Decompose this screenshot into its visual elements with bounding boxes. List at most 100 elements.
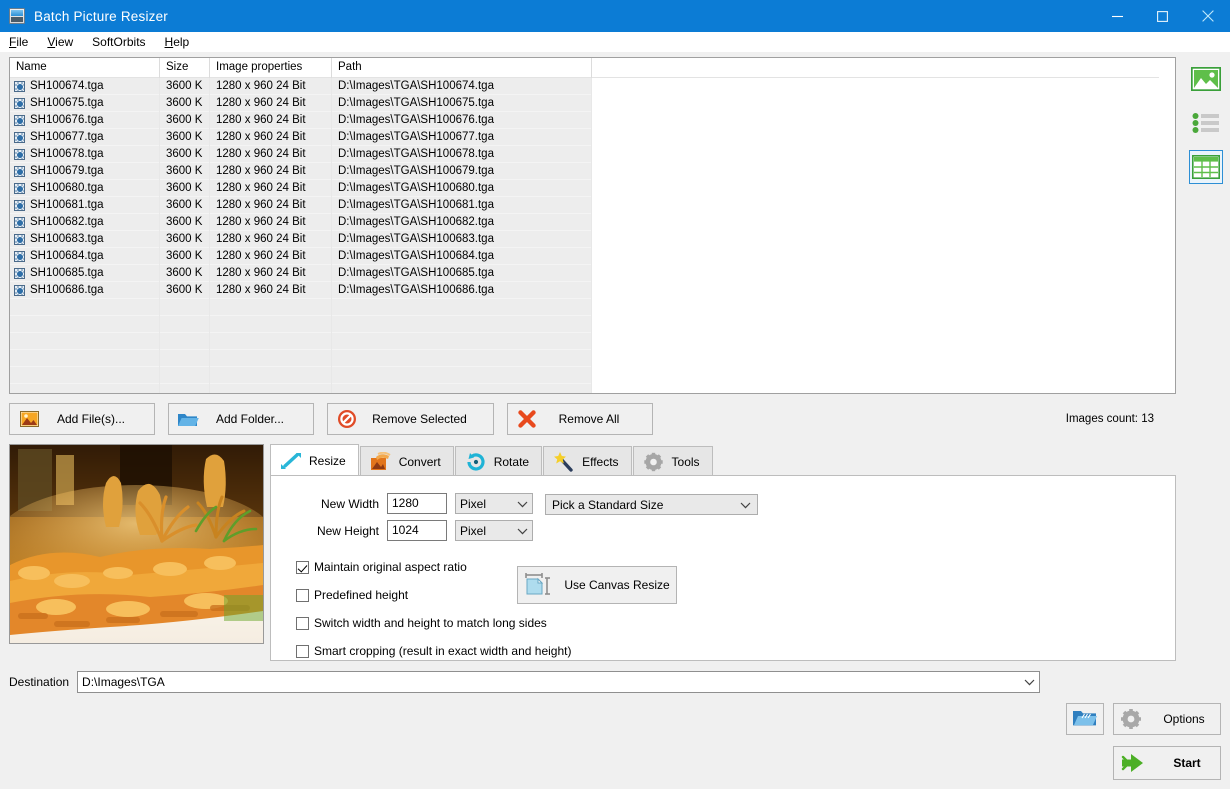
remove-all-label: Remove All <box>558 412 620 426</box>
cell-filler <box>592 366 1175 384</box>
cell-filler <box>592 230 1175 248</box>
tab-rotate[interactable]: Rotate <box>454 446 543 476</box>
standard-size-select[interactable]: Pick a Standard Size <box>545 494 758 515</box>
cell-path <box>332 383 592 393</box>
cell-size <box>160 332 210 350</box>
file-list-body[interactable]: SH100674.tga 3600 K 1280 x 960 24 Bit D:\Im… <box>10 78 1175 393</box>
checkbox-switch-width-height[interactable]: Switch width and height to match long si… <box>296 616 547 630</box>
table-row[interactable]: SH100683.tga 3600 K 1280 x 960 24 Bit D:\Im… <box>10 230 1175 248</box>
maximize-icon[interactable] <box>1140 0 1185 32</box>
use-canvas-resize-button[interactable]: Use Canvas Resize <box>517 566 677 604</box>
cell-name: SH100674.tga <box>10 78 160 95</box>
column-header-path[interactable]: Path <box>332 58 592 78</box>
cell-image-properties <box>210 383 332 393</box>
checkbox-smart-cropping[interactable]: Smart cropping (result in exact width an… <box>296 644 571 658</box>
browse-folder-button[interactable] <box>1066 703 1104 735</box>
tab-effects[interactable]: Effects <box>543 446 632 476</box>
checkbox-maintain-aspect-ratio[interactable]: Maintain original aspect ratio <box>296 560 467 574</box>
title-bar: Batch Picture Resizer <box>0 0 1230 32</box>
minimize-icon[interactable] <box>1095 0 1140 32</box>
new-height-unit-select[interactable]: Pixel <box>455 520 533 541</box>
cell-filler <box>592 298 1175 316</box>
table-row[interactable]: SH100684.tga 3600 K 1280 x 960 24 Bit D:\Im… <box>10 247 1175 265</box>
table-row[interactable]: SH100675.tga 3600 K 1280 x 960 24 Bit D:\Im… <box>10 94 1175 112</box>
destination-input[interactable]: D:\Images\TGA <box>77 671 1041 693</box>
canvas-resize-icon <box>518 572 558 598</box>
table-row[interactable]: SH100686.tga 3600 K 1280 x 960 24 Bit D:\Im… <box>10 281 1175 299</box>
cell-filler <box>592 196 1175 214</box>
table-row[interactable] <box>10 366 1175 384</box>
cell-image-properties: 1280 x 960 24 Bit <box>210 264 332 282</box>
new-width-unit-select[interactable]: Pixel <box>455 493 533 514</box>
window-title: Batch Picture Resizer <box>34 8 168 24</box>
list-view-icon[interactable] <box>1189 106 1223 140</box>
cell-filler <box>592 162 1175 180</box>
menu-file[interactable]: File <box>9 34 39 50</box>
browse-folder-icon <box>1072 708 1098 731</box>
checkbox-predefined-height[interactable]: Predefined height <box>296 588 408 602</box>
tab-convert[interactable]: Convert <box>359 446 454 476</box>
close-icon[interactable] <box>1185 0 1230 32</box>
tab-strip: Resize Convert Rotate Effects Tools <box>270 444 1176 476</box>
table-row[interactable]: SH100685.tga 3600 K 1280 x 960 24 Bit D:\Im… <box>10 264 1175 282</box>
add-files-button[interactable]: Add File(s)... <box>9 403 155 435</box>
tab-resize[interactable]: Resize <box>270 444 359 476</box>
menu-softorbits[interactable]: SoftOrbits <box>92 34 156 50</box>
table-row[interactable]: SH100682.tga 3600 K 1280 x 960 24 Bit D:\Im… <box>10 213 1175 231</box>
cell-filler <box>592 332 1175 350</box>
grid-view-icon[interactable] <box>1189 150 1223 184</box>
remove-all-button[interactable]: Remove All <box>507 403 653 435</box>
cell-filler <box>592 264 1175 282</box>
new-height-label: New Height <box>316 523 379 538</box>
cell-size <box>160 315 210 333</box>
cell-image-properties: 1280 x 960 24 Bit <box>210 145 332 163</box>
table-row[interactable] <box>10 315 1175 333</box>
table-row[interactable] <box>10 349 1175 367</box>
table-row[interactable]: SH100678.tga 3600 K 1280 x 960 24 Bit D:\Im… <box>10 145 1175 163</box>
menu-help[interactable]: Help <box>165 34 201 50</box>
cell-filler <box>592 94 1175 112</box>
operation-tabs: Resize Convert Rotate Effects Tools New … <box>270 444 1176 686</box>
cell-name: SH100684.tga <box>10 247 160 265</box>
menu-view[interactable]: View <box>47 34 84 50</box>
column-header-image-properties[interactable]: Image properties <box>210 58 332 78</box>
table-row[interactable]: SH100681.tga 3600 K 1280 x 960 24 Bit D:\Im… <box>10 196 1175 214</box>
cell-name: SH100681.tga <box>10 196 160 214</box>
tab-tools[interactable]: Tools <box>632 446 713 476</box>
table-row[interactable] <box>10 332 1175 350</box>
cell-filler <box>592 145 1175 163</box>
convert-image-icon <box>369 451 393 473</box>
no-entry-icon <box>334 407 360 431</box>
cell-size: 3600 K <box>160 162 210 180</box>
table-row[interactable]: SH100677.tga 3600 K 1280 x 960 24 Bit D:\Im… <box>10 128 1175 146</box>
cell-size: 3600 K <box>160 145 210 163</box>
table-row[interactable]: SH100674.tga 3600 K 1280 x 960 24 Bit D:\Im… <box>10 78 1175 95</box>
column-header-name[interactable]: Name <box>10 58 160 78</box>
table-row[interactable]: SH100676.tga 3600 K 1280 x 960 24 Bit D:\Im… <box>10 111 1175 129</box>
new-width-label: New Width <box>320 496 379 511</box>
table-row[interactable] <box>10 383 1175 393</box>
remove-selected-button[interactable]: Remove Selected <box>327 403 494 435</box>
start-button[interactable]: Start <box>1113 746 1221 780</box>
table-row[interactable]: SH100679.tga 3600 K 1280 x 960 24 Bit D:\Im… <box>10 162 1175 180</box>
cell-name <box>10 366 160 384</box>
table-row[interactable]: SH100680.tga 3600 K 1280 x 960 24 Bit D:\Im… <box>10 179 1175 197</box>
cell-name: SH100685.tga <box>10 264 160 282</box>
new-height-input[interactable]: 1024 <box>387 520 447 541</box>
thumbnail-view-icon[interactable] <box>1189 62 1223 96</box>
cell-path: D:\Images\TGA\SH100679.tga <box>332 162 592 180</box>
cell-name <box>10 298 160 316</box>
file-list-scrollbar[interactable] <box>1159 58 1175 393</box>
app-window-icon <box>9 8 25 24</box>
add-folder-button[interactable]: Add Folder... <box>168 403 314 435</box>
cell-size <box>160 298 210 316</box>
options-button[interactable]: Options <box>1113 703 1221 735</box>
cell-image-properties <box>210 366 332 384</box>
new-width-input[interactable]: 1280 <box>387 493 447 514</box>
cell-path <box>332 332 592 350</box>
cell-path: D:\Images\TGA\SH100680.tga <box>332 179 592 197</box>
table-row[interactable] <box>10 298 1175 316</box>
column-header-size[interactable]: Size <box>160 58 210 78</box>
cell-path: D:\Images\TGA\SH100674.tga <box>332 78 592 95</box>
file-list[interactable]: Name Size Image properties Path SH100674… <box>9 57 1176 394</box>
